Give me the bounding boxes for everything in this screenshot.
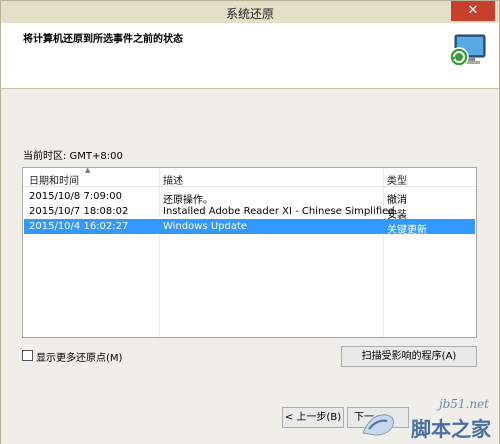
header-panel: 将计算机还原到所选事件之前的状态 [1, 23, 499, 89]
back-button[interactable]: < 上一步(B) [282, 407, 344, 428]
column-header-datetime[interactable]: 日期和时间 [29, 172, 79, 187]
close-button[interactable]: ✕ [451, 1, 495, 21]
watermark-name: 脚本之家 [411, 417, 491, 441]
scan-affected-programs-button[interactable]: 扫描受影响的程序(A) [341, 346, 477, 367]
cell-datetime: 2015/10/7 18:08:02 [29, 206, 129, 217]
header-text: 将计算机还原到所选事件之前的状态 [23, 34, 183, 45]
content-area: 当前时区: GMT+8:00 日期和时间 ▲ 描述 类型 2015/10/8 7… [1, 89, 499, 444]
cell-type: 关键更新 [387, 225, 427, 236]
table-row[interactable]: 2015/10/7 18:08:02 Installed Adobe Reade… [24, 204, 475, 221]
column-header-type[interactable]: 类型 [387, 172, 407, 187]
show-more-checkbox[interactable] [22, 350, 33, 361]
restore-points-table[interactable]: 日期和时间 ▲ 描述 类型 2015/10/8 7:09:00 还原操作。 撤消… [22, 166, 477, 338]
column-header-description[interactable]: 描述 [163, 172, 183, 187]
cell-datetime: 2015/10/8 7:09:00 [29, 191, 123, 202]
computer-restore-icon [449, 34, 486, 67]
watermark: jb51.net 脚本之家 [357, 395, 497, 443]
table-header: 日期和时间 ▲ 描述 类型 [23, 166, 476, 187]
table-row-selected[interactable]: 2015/10/4 16:02:27 Windows Update 关键更新 [24, 219, 475, 236]
cell-datetime: 2015/10/4 16:02:27 [29, 221, 129, 232]
cell-description: Installed Adobe Reader XI - Chinese Simp… [163, 206, 398, 217]
watermark-logo-icon [362, 414, 394, 436]
timezone-label: 当前时区: GMT+8:00 [23, 151, 123, 162]
sort-arrow-icon: ▲ [85, 166, 91, 174]
table-row[interactable]: 2015/10/8 7:09:00 还原操作。 撤消 [24, 189, 475, 206]
watermark-url: jb51.net [438, 397, 489, 411]
system-restore-window: 系统还原 ✕ 将计算机还原到所选事件之前的状态 当前时区: GMT+8:00 日… [0, 0, 500, 444]
show-more-label[interactable]: 显示更多还原点(M) [36, 349, 122, 364]
cell-description: Windows Update [163, 221, 248, 232]
title-bar: 系统还原 ✕ [1, 1, 499, 23]
window-title: 系统还原 [225, 7, 274, 21]
